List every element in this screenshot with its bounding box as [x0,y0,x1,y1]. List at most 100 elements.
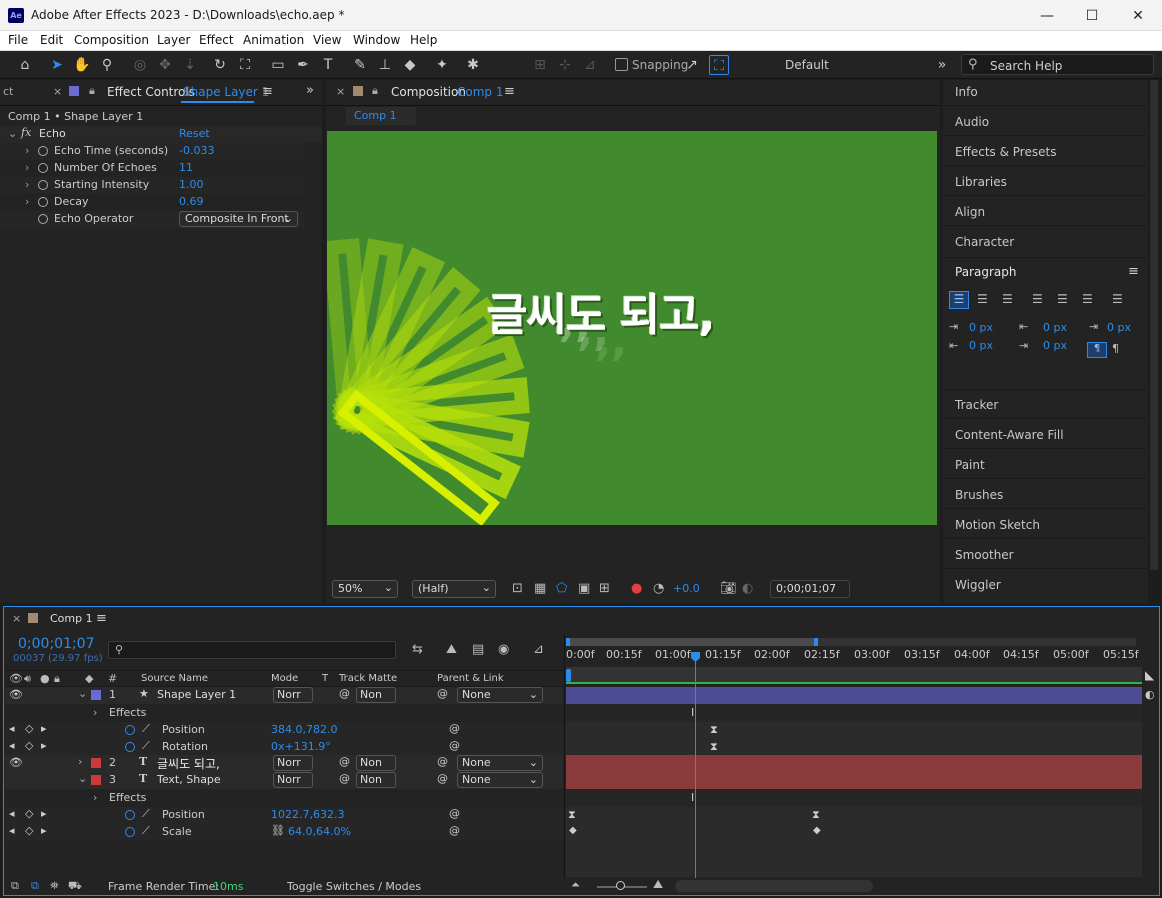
work-area-range[interactable] [566,638,816,646]
fast-preview-icon[interactable]: ⊡ [512,581,523,596]
panel-menu-icon[interactable]: ≡ [262,84,273,99]
local-axis-icon[interactable]: ⊞ [530,55,550,75]
expression-pickwhip-icon[interactable]: @ [449,807,460,820]
time-ruler[interactable]: 0:00f 00:15f 01:00f 01:15f 02:00f 02:15f… [566,648,1141,666]
property-value[interactable]: 1022.7,632.3 [271,808,344,821]
add-keyframe-icon[interactable]: ◇ [25,807,33,820]
zoom-out-icon[interactable]: ⏶ [571,878,580,892]
expand-arrow-icon[interactable]: › [25,195,29,208]
parent-dropdown[interactable]: None ⌄ [457,772,543,788]
indent-right-value[interactable]: 0 px [969,339,993,352]
prev-tab-label[interactable]: ct [3,85,13,98]
stopwatch-icon[interactable] [38,180,48,190]
expand-chevron-icon[interactable]: ⌄ [78,772,87,785]
justify-last-right-icon[interactable]: ☰ [1082,292,1093,306]
orbit-tool-icon[interactable]: ◎ [130,55,150,75]
keyframe-icon[interactable]: ⧗ [568,808,576,822]
reset-exposure-icon[interactable]: ◔ [653,581,664,596]
composition-tab[interactable]: Composition [391,85,466,99]
add-keyframe-icon[interactable]: ◇ [25,824,33,837]
indent-left-value[interactable]: 0 px [969,321,993,334]
wiggler-panel-tab[interactable]: Wiggler [955,578,1001,592]
comp-button-icon[interactable]: ◣ [1145,668,1154,682]
close-window-button[interactable]: ✕ [1115,0,1161,31]
constrain-proportions-icon[interactable]: ⛓ [271,824,285,837]
rotate-tool-icon[interactable]: ↻ [210,55,230,75]
grid-guides-icon[interactable]: ⊞ [599,581,610,596]
show-snapshot-icon[interactable]: ◐ [742,581,753,596]
brushes-panel-tab[interactable]: Brushes [955,488,1003,502]
menu-layer[interactable]: Layer [157,33,190,47]
menu-window[interactable]: Window [353,33,400,47]
motion-sketch-panel-tab[interactable]: Motion Sketch [955,518,1040,532]
frame-blending-icon[interactable]: ▤ [472,642,484,657]
property-value[interactable]: 0x+131.9° [271,740,331,753]
layer-2-duration-bar[interactable] [566,755,1142,772]
expand-arrow-icon[interactable]: › [25,178,29,191]
graph-icon[interactable]: ⟋ [142,824,150,838]
keyframe-icon[interactable]: ◆ [569,825,577,836]
world-axis-icon[interactable]: ⊹ [555,55,575,75]
track-matte-pickwhip-icon[interactable]: @ [339,687,350,700]
channel-icon[interactable]: ● [631,581,642,596]
smoother-panel-tab[interactable]: Smoother [955,548,1014,562]
workspace-label[interactable]: Default [785,58,829,72]
timeline-tab[interactable]: Comp 1 [50,612,93,625]
prop-value[interactable]: -0.033 [179,144,214,157]
space-before-value[interactable]: 0 px [1043,321,1067,334]
prop-value[interactable]: 1.00 [179,178,204,191]
mask-visibility-icon[interactable]: ⬠ [556,581,567,596]
timeline-splitter[interactable] [564,634,565,878]
motion-blur-icon[interactable]: ◉ [498,642,509,657]
stopwatch-icon[interactable] [38,197,48,207]
brush-tool-icon[interactable]: ✎ [350,55,370,75]
info-panel-tab[interactable]: Info [955,85,978,99]
justify-all-icon[interactable]: ☰ [1112,292,1123,306]
workspace-overflow-icon[interactable]: » [932,55,952,75]
snapshot-camera-icon[interactable]: 📷︎ [720,581,737,596]
zoom-dropdown[interactable]: 50% ⌄ [332,580,398,598]
effects-presets-panel-tab[interactable]: Effects & Presets [955,145,1056,159]
keyframe-icon[interactable]: ⧗ [812,808,820,822]
expand-arrow-icon[interactable]: › [78,755,82,768]
effect-controls-layer[interactable]: Shape Layer 1 [183,85,269,99]
align-left-icon[interactable]: ☰ [949,291,969,309]
visibility-eye-icon[interactable]: 👁︎ [9,688,23,701]
roto-brush-tool-icon[interactable]: ✦ [432,55,452,75]
stopwatch-icon[interactable] [125,827,135,837]
snap-options-icon[interactable]: ↗ [682,55,702,75]
pan-tool-icon[interactable]: ✥ [155,55,175,75]
trkmat-header[interactable]: T [322,673,328,684]
parent-link-header[interactable]: Parent & Link [437,673,504,684]
expand-arrow-icon[interactable]: › [93,791,97,804]
layer-search-input[interactable]: ⚲ [108,641,396,659]
next-keyframe-icon[interactable]: ▸ [41,722,47,735]
mode-dropdown[interactable]: Norr [273,755,313,771]
keyframe-icon[interactable]: ◆ [813,825,821,836]
justify-last-center-icon[interactable]: ☰ [1057,292,1068,306]
stopwatch-icon[interactable] [38,214,48,224]
rtl-direction-icon[interactable]: ¶ [1112,342,1119,355]
minimize-button[interactable]: — [1024,0,1070,31]
parent-pickwhip-icon[interactable]: @ [437,772,448,785]
expand-arrow-icon[interactable]: › [25,161,29,174]
justify-last-left-icon[interactable]: ☰ [1032,292,1043,306]
property-row-position[interactable]: ◂ ◇ ▸ ⟋ Position 384.0,782.0 @ [5,722,563,739]
fx-icon[interactable]: fx [21,126,31,139]
layer-row-2[interactable]: 👁︎ › 2 T 글씨도 되고, Norr @ Non @ None ⌄ [5,755,563,772]
graph-icon[interactable]: ⟋ [142,739,150,753]
echo-operator-dropdown[interactable]: Composite In Front ⌄ [179,211,298,227]
layer-end-handle-icon[interactable]: ◐ [1145,688,1155,701]
track-matte-pickwhip-icon[interactable]: @ [339,772,350,785]
property-value[interactable]: 64.0,64.0% [288,825,351,838]
type-tool-icon[interactable]: T [318,55,338,75]
pan-behind-tool-icon[interactable]: ⛶ [235,55,255,75]
clone-stamp-tool-icon[interactable]: ⊥ [375,55,395,75]
menu-help[interactable]: Help [410,33,437,47]
panel-menu-icon[interactable]: ≡ [1128,264,1139,279]
property-row-rotation[interactable]: ◂ ◇ ▸ ⟋ Rotation 0x+131.9° @ [5,739,563,756]
effects-group-row[interactable]: › Effects [5,705,563,722]
tracker-panel-tab[interactable]: Tracker [955,398,998,412]
parent-dropdown[interactable]: None ⌄ [457,755,543,771]
maximize-button[interactable]: ☐ [1069,0,1115,31]
